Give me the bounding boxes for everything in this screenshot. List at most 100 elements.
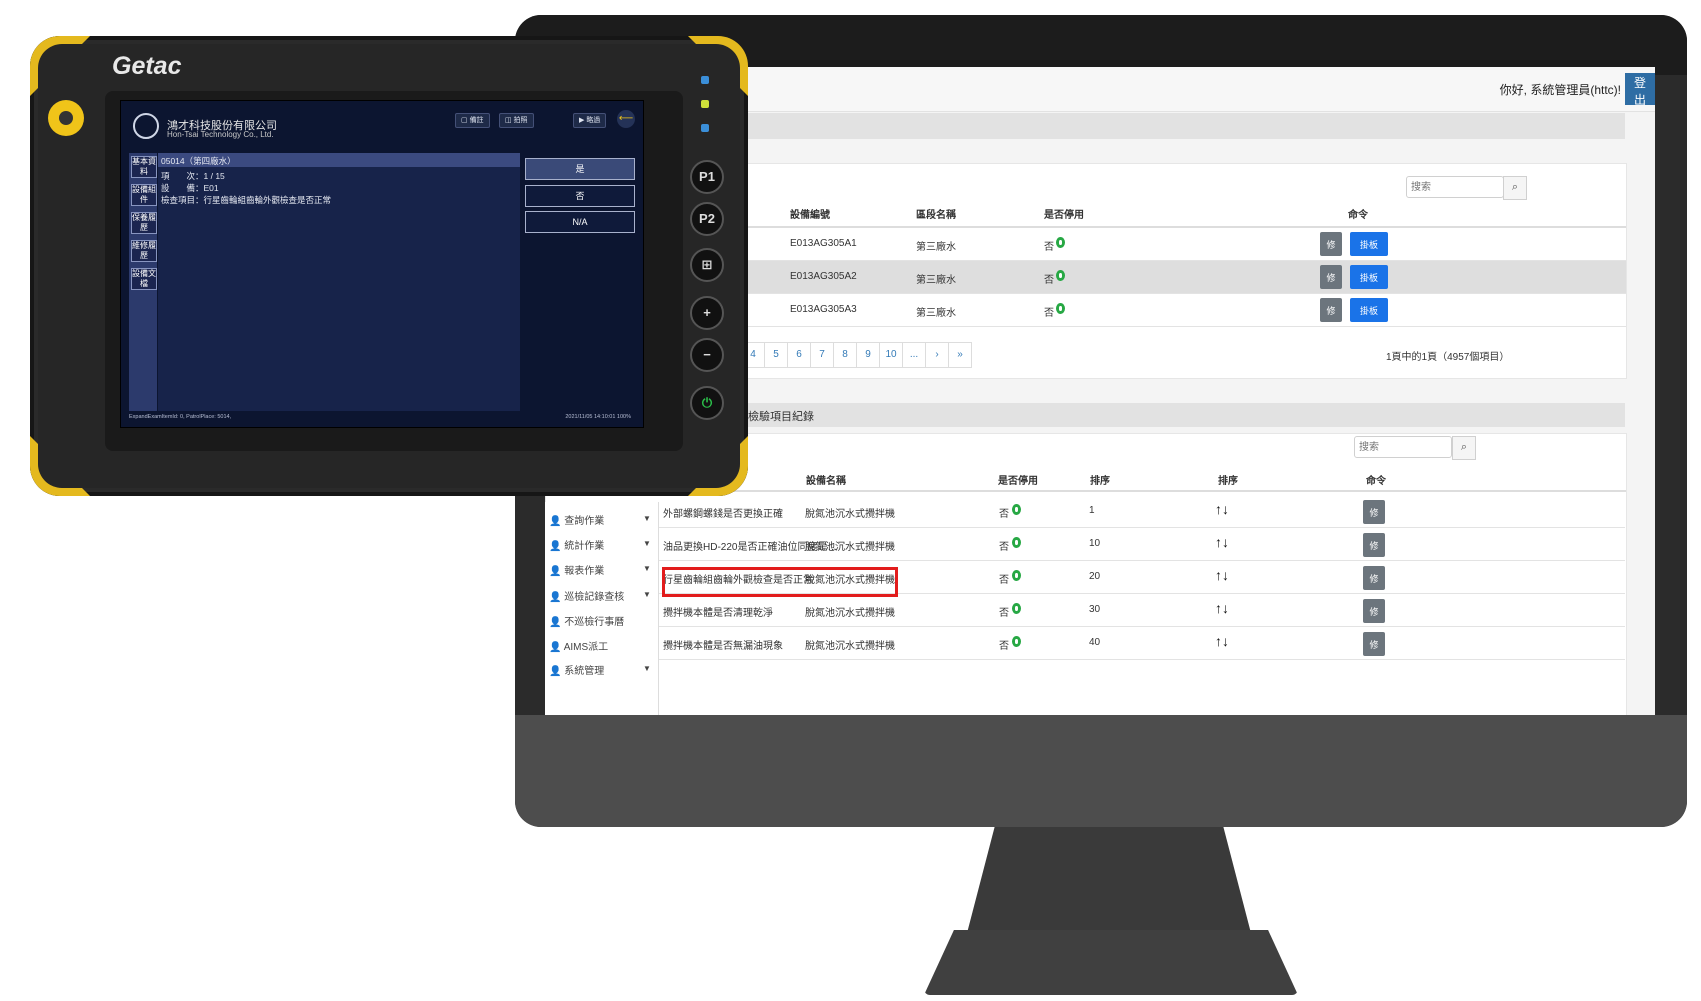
section-name: 第三廠水 xyxy=(916,275,956,286)
photo-button[interactable]: ◫ 拍照 xyxy=(499,113,534,128)
user-greeting: 你好, 系統管理員(httc)! xyxy=(1499,83,1621,97)
option-yes-button[interactable]: 是 xyxy=(525,158,635,180)
page-link[interactable]: 9 xyxy=(856,342,880,368)
option-no-button[interactable]: 否 xyxy=(525,185,635,207)
record-title: 05014（第四廠水） xyxy=(161,156,236,166)
photo-label: 拍照 xyxy=(513,117,528,124)
order-value: 10 xyxy=(1089,538,1101,549)
page-link[interactable]: 7 xyxy=(810,342,834,368)
sidebar-item-query[interactable]: 👤 查詢作業 xyxy=(549,512,604,527)
disabled-value: 否 xyxy=(999,509,1009,520)
note-label: 備註 xyxy=(469,117,484,124)
device-name: 脫氮池沉水式攪拌機 xyxy=(805,542,895,553)
note-button[interactable]: ▢ 備註 xyxy=(455,113,490,128)
table-row[interactable]: 外部螺鋼螺錢是否更換正確 脫氮池沉水式攪拌機 否 1 ↑↓ 修改 xyxy=(657,495,1625,542)
disabled-value: 否 xyxy=(999,641,1009,652)
disabled-value: 否 xyxy=(1044,275,1054,286)
order-value: 20 xyxy=(1089,571,1101,582)
led-icon xyxy=(701,100,709,108)
page-link[interactable]: 8 xyxy=(833,342,857,368)
sort-arrows-icon[interactable]: ↑↓ xyxy=(1215,600,1229,616)
qr-bind-button[interactable]: 掛板證定 xyxy=(1350,265,1388,307)
col-order: 排序 xyxy=(1090,476,1110,487)
tablet-screen: 鴻才科技股份有限公司 Hon-Tsai Technology Co., Ltd.… xyxy=(120,100,644,428)
sidebar-item-aims-dispatch[interactable]: 👤 AIMS派工 xyxy=(549,638,608,653)
p1-button[interactable]: P1 xyxy=(690,160,724,194)
sidebar-item-no-patrol-calendar[interactable]: 👤 不巡檢行事曆 xyxy=(549,613,624,628)
checklist-search-input[interactable] xyxy=(1354,436,1452,458)
search-icon[interactable]: ⌕ xyxy=(1503,176,1527,200)
section-name: 第三廠水 xyxy=(916,242,956,253)
edit-button[interactable]: 修改 xyxy=(1363,632,1385,674)
chevron-down-icon[interactable]: ▼ xyxy=(643,539,651,548)
status-left: ExpandExamItemId: 0, PatrolPlace: 5014, xyxy=(129,414,232,420)
windows-icon[interactable]: ⊞ xyxy=(690,248,724,282)
table-row[interactable]: 攪拌機本體是否無漏油現象 脫氮池沉水式攪拌機 否 40 ↑↓ 修改 xyxy=(657,627,1625,674)
sidebar-item-patrol-audit[interactable]: 👤 巡檢記錄查核 xyxy=(549,588,624,603)
back-arrow-icon[interactable]: ⟵ xyxy=(617,110,635,128)
device-name: 脫氮池沉水式攪拌機 xyxy=(805,608,895,619)
sort-arrows-icon[interactable]: ↑↓ xyxy=(1215,501,1229,517)
order-value: 40 xyxy=(1089,637,1101,648)
equipment-search-input[interactable] xyxy=(1406,176,1504,198)
equipment-id: E013AG305A1 xyxy=(790,238,857,249)
sort-arrows-icon[interactable]: ↑↓ xyxy=(1215,633,1229,649)
sidebar-item-label: 不巡檢行事曆 xyxy=(564,617,625,628)
table-row[interactable]: 油品更換HD-220是否正確油位同度是… 脫氮池沉水式攪拌機 否 10 ↑↓ 修… xyxy=(657,528,1625,575)
page-link[interactable]: 6 xyxy=(787,342,811,368)
check-item-name: 攪拌機本體是否無漏油現象 xyxy=(663,641,783,652)
device-name: 脫氮池沉水式攪拌機 xyxy=(805,641,895,652)
page-ellipsis[interactable]: ... xyxy=(902,342,926,368)
monitor-chin xyxy=(515,715,1687,827)
tab-equipment-documents[interactable]: 設備文檔 xyxy=(131,268,157,290)
volume-down-button[interactable]: − xyxy=(690,338,724,372)
chevron-down-icon[interactable]: ▼ xyxy=(643,590,651,599)
col-device-name: 設備名稱 xyxy=(806,476,846,487)
sort-arrows-icon[interactable]: ↑↓ xyxy=(1215,534,1229,550)
page-link[interactable]: 10 xyxy=(879,342,903,368)
option-na-button[interactable]: N/A xyxy=(525,211,635,233)
col-disabled: 是否停用 xyxy=(1044,210,1084,221)
sort-arrows-icon[interactable]: ↑↓ xyxy=(1215,567,1229,583)
disabled-value: 否 xyxy=(999,575,1009,586)
edit-button[interactable]: 修改 xyxy=(1363,500,1385,542)
power-icon[interactable]: ⏻ xyxy=(690,386,724,420)
next-page-button[interactable]: › xyxy=(925,342,949,368)
skip-button[interactable]: ▶ 略過 xyxy=(573,113,607,128)
company-name-en: Hon-Tsai Technology Co., Ltd. xyxy=(167,130,274,139)
edit-button[interactable]: 修改 xyxy=(1363,599,1385,641)
disabled-value: 否 xyxy=(999,542,1009,553)
sidebar-item-system-admin[interactable]: 👤 系統管理 xyxy=(549,662,604,677)
sidebar-item-label: 統計作業 xyxy=(564,541,605,552)
edit-button[interactable]: 修改 xyxy=(1363,533,1385,575)
col-command: 命令 xyxy=(1366,476,1386,487)
chevron-down-icon[interactable]: ▼ xyxy=(643,514,651,523)
tab-equipment-components[interactable]: 設備組件 xyxy=(131,184,157,206)
qr-bind-button[interactable]: 掛板證定 xyxy=(1350,232,1388,274)
p2-button[interactable]: P2 xyxy=(690,202,724,236)
edit-button[interactable]: 修改 xyxy=(1320,298,1342,340)
tab-basic-info[interactable]: 基本資料 xyxy=(131,156,157,178)
inspection-detail: 05014（第四廠水） 項 次：1 / 15 設 備：E01 檢查項目：行星齒輪… xyxy=(158,153,520,411)
sidebar-item-label: 查詢作業 xyxy=(564,516,605,527)
chevron-down-icon[interactable]: ▼ xyxy=(643,664,651,673)
tab-maintenance-history[interactable]: 保養履歷 xyxy=(131,212,157,234)
sidebar-item-statistics[interactable]: 👤 統計作業 xyxy=(549,537,604,552)
last-page-button[interactable]: » xyxy=(948,342,972,368)
edit-button[interactable]: 修改 xyxy=(1320,265,1342,307)
disabled-value: 否 xyxy=(1044,242,1054,253)
chevron-down-icon[interactable]: ▼ xyxy=(643,564,651,573)
search-icon[interactable]: ⌕ xyxy=(1452,436,1476,460)
table-row[interactable]: 攪拌機本體是否清理乾淨 脫氮池沉水式攪拌機 否 30 ↑↓ 修改 xyxy=(657,594,1625,641)
volume-up-button[interactable]: + xyxy=(690,296,724,330)
edit-button[interactable]: 修改 xyxy=(1363,566,1385,608)
logout-button[interactable]: 登出 xyxy=(1625,73,1655,107)
tab-repair-history[interactable]: 維修履歷 xyxy=(131,240,157,262)
skip-label: 略過 xyxy=(586,117,601,124)
device-line: 設 備：E01 xyxy=(161,183,219,193)
edit-button[interactable]: 修改 xyxy=(1320,232,1342,274)
page-link[interactable]: 5 xyxy=(764,342,788,368)
status-right: 2021/11/05 14:10:01 100% xyxy=(565,414,631,420)
sidebar-item-reports[interactable]: 👤 報表作業 xyxy=(549,562,604,577)
qr-bind-button[interactable]: 掛板證定 xyxy=(1350,298,1388,340)
